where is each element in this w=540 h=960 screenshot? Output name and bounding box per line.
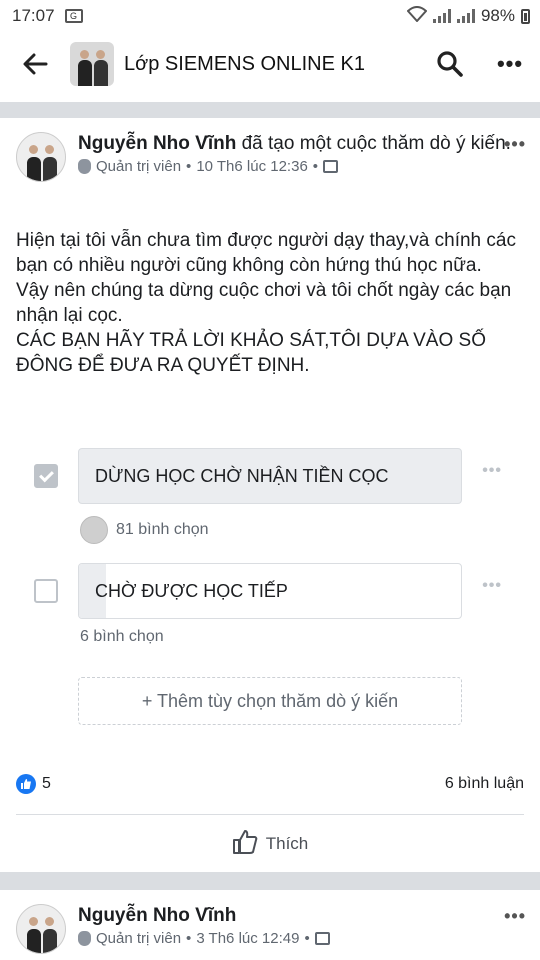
thumbs-up-icon (232, 829, 258, 860)
group-avatar[interactable] (70, 42, 114, 86)
author-role: Quản trị viên (96, 930, 182, 947)
gallery-icon: G (64, 9, 83, 23)
group-title[interactable]: Lớp SIEMENS ONLINE K1 (124, 53, 420, 76)
group-audience-icon (323, 160, 339, 173)
like-button[interactable]: Thích (0, 820, 540, 868)
like-count[interactable]: 5 (16, 774, 51, 794)
next-post-header: Nguyễn Nho Vĩnh Quản trị viên • 3 Th6 lú… (16, 904, 526, 954)
post-more-icon[interactable]: ••• (504, 134, 526, 155)
checkbox-checked[interactable] (34, 464, 58, 488)
post-date[interactable]: 10 Th6 lúc 12:36 (196, 158, 307, 175)
option-more-icon[interactable]: ••• (482, 577, 502, 595)
signal-icon (432, 9, 451, 23)
comment-count[interactable]: 6 bình luận (445, 775, 524, 793)
post-action: đã tạo một cuộc thăm dò ý kiến. (236, 133, 511, 154)
wifi-icon (406, 5, 428, 27)
group-audience-icon (314, 932, 330, 945)
author-name[interactable]: Nguyễn Nho Vĩnh (78, 905, 236, 926)
poll-option[interactable]: DỪNG HỌC CHỜ NHẬN TIỀN CỌC ••• (34, 448, 524, 504)
app-bar: Lớp SIEMENS ONLINE K1 ••• (0, 32, 540, 96)
poll-option-label: DỪNG HỌC CHỜ NHẬN TIỀN CỌC (95, 465, 389, 486)
reaction-summary: 5 6 bình luận (16, 774, 524, 794)
status-bar: 17:07 G 98% (0, 0, 540, 32)
post-meta: Quản trị viên • 10 Th6 lúc 12:36 • (78, 158, 526, 175)
meta-separator: • (186, 158, 192, 175)
author-avatar[interactable] (16, 904, 66, 954)
admin-shield-icon (78, 931, 91, 946)
poll-option-label: CHỜ ĐƯỢC HỌC TIẾP (95, 580, 288, 601)
back-arrow-icon[interactable] (0, 32, 70, 96)
post-title: Nguyễn Nho Vĩnh đã tạo một cuộc thăm dò … (78, 132, 526, 156)
post-date[interactable]: 3 Th6 lúc 12:49 (196, 930, 299, 947)
like-count-text: 5 (42, 775, 51, 792)
admin-shield-icon (78, 159, 91, 174)
add-poll-option-button[interactable]: + Thêm tùy chọn thăm dò ý kiến (78, 677, 462, 725)
author-role: Quản trị viên (96, 158, 182, 175)
battery-icon (521, 8, 530, 24)
more-options-icon[interactable]: ••• (480, 32, 540, 96)
post-text: Hiện tại tôi vẫn chưa tìm được người dạy… (16, 230, 516, 376)
voter-avatar (80, 516, 108, 544)
section-divider (0, 102, 540, 118)
poll-option-bar[interactable]: CHỜ ĐƯỢC HỌC TIẾP (78, 563, 462, 619)
author-name[interactable]: Nguyễn Nho Vĩnh (78, 133, 236, 154)
meta-separator: • (312, 158, 319, 175)
meta-separator: • (186, 930, 192, 947)
vote-count[interactable]: 6 bình chọn (80, 628, 164, 646)
meta-separator: • (304, 930, 310, 947)
vote-count[interactable]: 81 bình chọn (80, 516, 209, 544)
like-reaction-icon (16, 774, 36, 794)
signal-icon-2 (456, 9, 475, 23)
separator (16, 814, 524, 815)
section-divider (0, 872, 540, 890)
status-time: 17:07 (12, 6, 55, 25)
post-header: Nguyễn Nho Vĩnh đã tạo một cuộc thăm dò … (16, 132, 526, 182)
like-button-label: Thích (265, 834, 309, 853)
poll-option[interactable]: CHỜ ĐƯỢC HỌC TIẾP ••• (34, 563, 524, 619)
battery-percent: 98% (480, 6, 515, 25)
post-meta: Quản trị viên • 3 Th6 lúc 12:49 • (78, 930, 526, 947)
poll-option-bar[interactable]: DỪNG HỌC CHỜ NHẬN TIỀN CỌC (78, 448, 462, 504)
vote-count-text: 6 bình chọn (80, 628, 164, 645)
checkbox-unchecked[interactable] (34, 579, 58, 603)
option-more-icon[interactable]: ••• (482, 462, 502, 480)
post-more-icon[interactable]: ••• (504, 906, 526, 927)
search-icon[interactable] (420, 32, 480, 96)
author-avatar[interactable] (16, 132, 66, 182)
vote-count-text: 81 bình chọn (116, 521, 209, 538)
